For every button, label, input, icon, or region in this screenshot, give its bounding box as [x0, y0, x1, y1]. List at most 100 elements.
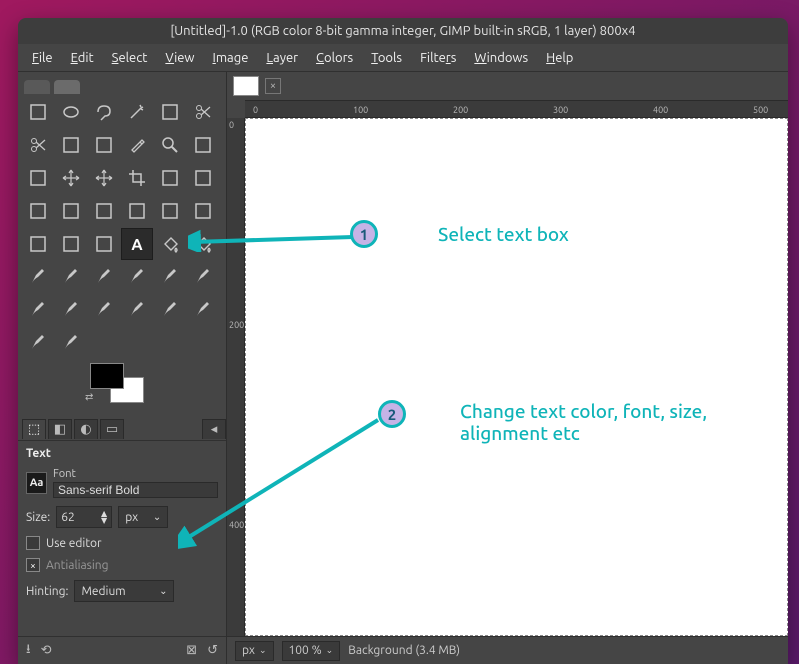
menu-image[interactable]: Image	[205, 47, 257, 69]
font-size-input[interactable]: 62 ▲▼	[56, 506, 112, 528]
menu-file[interactable]: File	[24, 47, 61, 69]
gimp-window: [Untitled]-1.0 (RGB color 8-bit gamma in…	[18, 18, 788, 664]
use-editor-checkbox[interactable]: Use editor	[26, 536, 218, 550]
tool-rectangle-select[interactable]	[22, 96, 54, 128]
reset-icon[interactable]: ↺	[207, 643, 218, 658]
tool-crop[interactable]	[121, 162, 153, 194]
tool-handle-transform[interactable]	[55, 195, 87, 227]
tool-flip-h[interactable]	[22, 228, 54, 260]
tool-scissors[interactable]	[22, 129, 54, 161]
tool-foreground-select[interactable]	[55, 129, 87, 161]
tool-options-tab-icon[interactable]: ⬚	[22, 419, 46, 439]
statusbar: px ⌄ 100 % ⌄ Background (3.4 MB)	[227, 636, 788, 664]
tool-move[interactable]	[55, 162, 87, 194]
tool-dodge[interactable]	[154, 294, 186, 326]
tool-intelligent-scissors[interactable]	[187, 96, 219, 128]
tool-paths[interactable]	[88, 129, 120, 161]
tool-clone[interactable]	[187, 261, 219, 293]
ruler-v-tick: 400	[229, 520, 244, 530]
image-tabs-bar: ×	[227, 72, 788, 100]
canvas[interactable]	[245, 118, 788, 636]
devices-tab-icon[interactable]: ◧	[48, 419, 72, 439]
images-tab-icon[interactable]: ▭	[100, 419, 124, 439]
ruler-v-tick: 200	[229, 320, 244, 330]
checkbox-checked-icon: ×	[26, 558, 40, 572]
history-tab-icon[interactable]	[24, 80, 50, 94]
size-row: Size: 62 ▲▼ px ⌄	[26, 506, 218, 528]
tool-options-tabs: ⬚ ◧ ◐ ▭ ◂	[18, 419, 226, 441]
menu-tools[interactable]: Tools	[363, 47, 410, 69]
image-thumbnail[interactable]	[233, 76, 259, 96]
menu-edit[interactable]: Edit	[63, 47, 102, 69]
ruler-h-tick: 500	[753, 105, 768, 115]
menu-colors[interactable]: Colors	[308, 47, 361, 69]
tool-eraser[interactable]	[88, 261, 120, 293]
tool-warp[interactable]	[187, 195, 219, 227]
tool-ink[interactable]	[154, 261, 186, 293]
tool-burn[interactable]	[187, 294, 219, 326]
restore-preset-icon[interactable]: ⟲	[41, 643, 52, 658]
menu-layer[interactable]: Layer	[258, 47, 306, 69]
tool-airbrush[interactable]	[121, 261, 153, 293]
tool-warp-transform[interactable]	[88, 228, 120, 260]
toolbox: A	[18, 94, 226, 361]
tool-align[interactable]	[88, 162, 120, 194]
tool-perspective-clone[interactable]	[55, 294, 87, 326]
tool-color-picker[interactable]	[121, 129, 153, 161]
menu-help[interactable]: Help	[538, 47, 581, 69]
tool-smudge[interactable]	[121, 294, 153, 326]
tool-flip[interactable]	[121, 195, 153, 227]
tool-free-select[interactable]	[88, 96, 120, 128]
layer-info: Background (3.4 MB)	[348, 644, 460, 657]
tool-mypaint[interactable]	[22, 327, 54, 359]
tool-cage-transform[interactable]	[55, 228, 87, 260]
foreground-color-swatch[interactable]	[90, 363, 124, 389]
status-unit-combo[interactable]: px ⌄	[235, 641, 274, 661]
save-preset-icon[interactable]: ⭳	[26, 640, 31, 662]
delete-preset-icon[interactable]: ⊠	[186, 643, 197, 658]
tool-paintbrush[interactable]	[55, 261, 87, 293]
tool-cage[interactable]	[154, 195, 186, 227]
canvas-body: 0200400	[227, 118, 788, 636]
content-area: A ⇄ ⬚ ◧ ◐ ▭ ◂ Text Aa Font	[18, 72, 788, 664]
tool-shear[interactable]	[88, 195, 120, 227]
tool-fuzzy-select[interactable]	[121, 96, 153, 128]
menu-windows[interactable]: Windows	[466, 47, 536, 69]
tool-perspective[interactable]	[187, 162, 219, 194]
close-image-button[interactable]: ×	[265, 78, 281, 94]
tool-heal[interactable]	[22, 294, 54, 326]
hinting-combo[interactable]: Medium ⌄	[74, 580, 174, 602]
menu-view[interactable]: View	[157, 47, 202, 69]
tool-color-select[interactable]	[154, 96, 186, 128]
tool-blur[interactable]	[88, 294, 120, 326]
tool-unified-transform[interactable]	[22, 195, 54, 227]
chevron-down-icon: ⌄	[259, 645, 267, 656]
menu-filters[interactable]: Filters	[412, 47, 464, 69]
vertical-ruler[interactable]: 0200400	[227, 118, 245, 636]
tool-zoom[interactable]	[154, 129, 186, 161]
menu-select[interactable]: Select	[104, 47, 156, 69]
font-preview-icon[interactable]: Aa	[26, 472, 47, 494]
tool-pencil[interactable]	[22, 261, 54, 293]
tool-bucket[interactable]	[154, 228, 186, 260]
checkbox-empty-icon	[26, 536, 40, 550]
color-swatches: ⇄	[18, 361, 226, 419]
zoom-combo[interactable]: 100 % ⌄	[282, 641, 341, 661]
chevron-down-icon: ⌄	[159, 585, 167, 597]
tool-rotate[interactable]	[154, 162, 186, 194]
tool-measure[interactable]	[187, 129, 219, 161]
font-name-input[interactable]	[53, 482, 218, 498]
tool-ellipse-select[interactable]	[55, 96, 87, 128]
ruler-h-tick: 300	[553, 105, 568, 115]
horizontal-ruler[interactable]: 0100200300400500	[245, 100, 788, 118]
antialiasing-checkbox[interactable]: × Antialiasing	[26, 558, 218, 572]
swap-colors-icon[interactable]: ⇄	[85, 391, 93, 403]
font-size-unit-combo[interactable]: px ⌄	[118, 506, 168, 528]
tool-smudge-2[interactable]	[55, 327, 87, 359]
toolbox-tab-icon[interactable]	[54, 80, 80, 94]
tool-measure-angle[interactable]	[22, 162, 54, 194]
history-tab-icon[interactable]: ◐	[74, 419, 98, 439]
tool-text[interactable]: A	[121, 228, 153, 260]
tool-gradient[interactable]	[187, 228, 219, 260]
tab-menu-icon[interactable]: ◂	[202, 419, 226, 439]
